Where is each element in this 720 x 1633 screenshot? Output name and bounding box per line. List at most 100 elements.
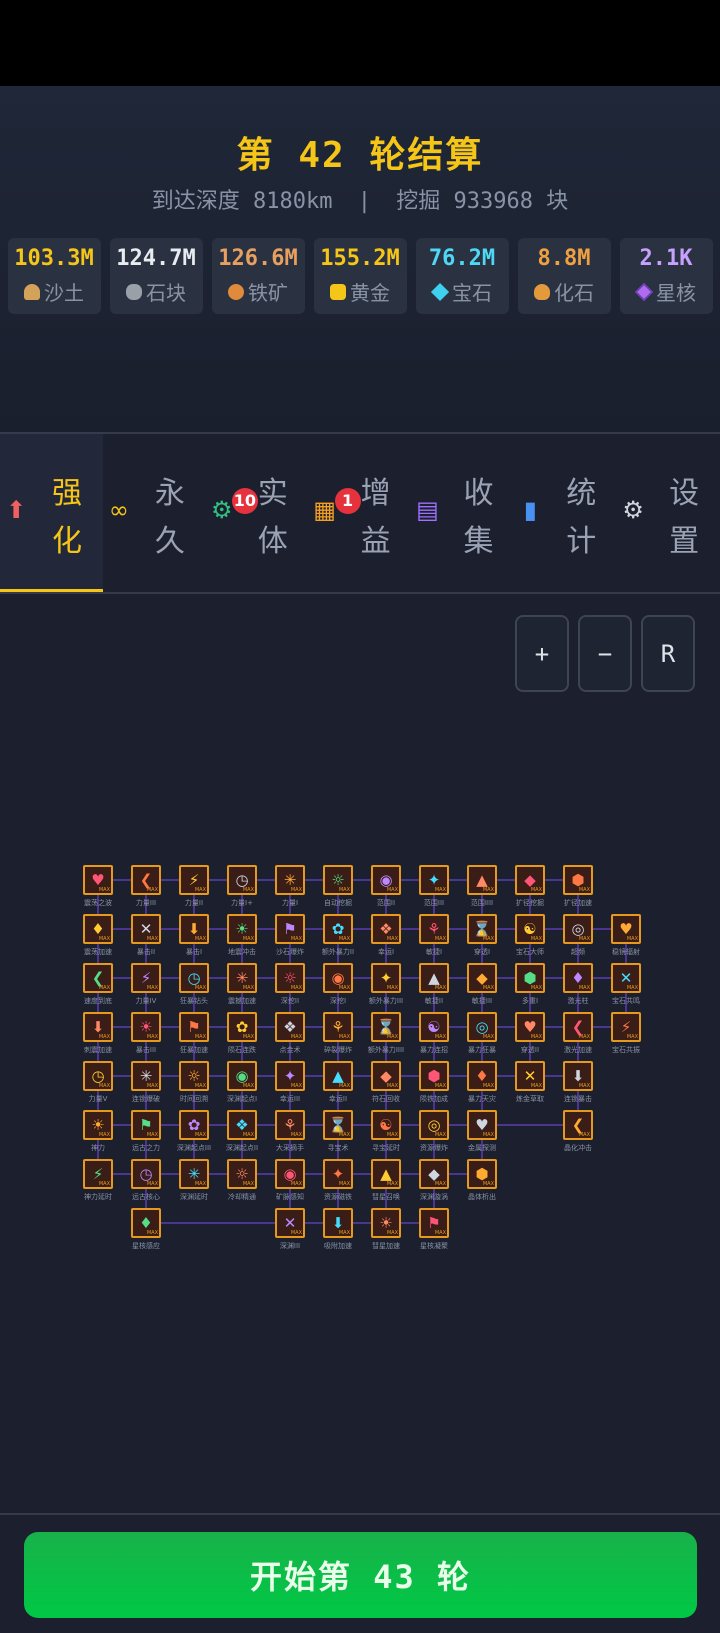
upgrade-node[interactable]: ✕ MAX [275, 1208, 305, 1238]
upgrade-node[interactable]: ⚡ MAX [611, 1012, 641, 1042]
upgrade-node[interactable]: ❮ MAX [131, 865, 161, 895]
upgrade-node[interactable]: ✳ MAX [179, 1159, 209, 1189]
upgrade-node[interactable]: ◉ MAX [275, 1159, 305, 1189]
upgrade-node[interactable]: ▲ MAX [371, 1159, 401, 1189]
upgrade-node[interactable]: ✦ MAX [275, 1061, 305, 1091]
upgrade-node[interactable]: ❮ MAX [83, 963, 113, 993]
tab-2[interactable]: ⚙ 10 实体 [206, 434, 309, 592]
upgrade-node[interactable]: ☼ MAX [275, 963, 305, 993]
upgrade-node[interactable]: ⌛ MAX [371, 1012, 401, 1042]
tab-3[interactable]: ▦ 1 增益 [309, 434, 412, 592]
upgrade-node[interactable]: ▲ MAX [467, 865, 497, 895]
upgrade-node[interactable]: ✳ MAX [227, 963, 257, 993]
upgrade-node[interactable]: ⚡ MAX [83, 1159, 113, 1189]
upgrade-node[interactable]: ◷ MAX [227, 865, 257, 895]
upgrade-node[interactable]: ◎ MAX [563, 914, 593, 944]
upgrade-node[interactable]: ✦ MAX [371, 963, 401, 993]
upgrade-tree[interactable]: ♥ MAX 震荡之波 ❮ MAX 力量III ⚡ MAX 力量II ◷ MAX 力量I+ ✳ MAX 力量I… [0, 860, 720, 1260]
upgrade-node[interactable]: ♥ MAX [515, 1012, 545, 1042]
upgrade-node[interactable]: ☼ MAX [323, 865, 353, 895]
upgrade-label: 震撼加速 [228, 997, 256, 1005]
upgrade-node[interactable]: ☀ MAX [83, 1110, 113, 1140]
upgrade-node[interactable]: ⬢ MAX [563, 865, 593, 895]
upgrade-node[interactable]: ♦ MAX [131, 1208, 161, 1238]
upgrade-node[interactable]: ⚑ MAX [179, 1012, 209, 1042]
upgrade-node[interactable]: ☯ MAX [515, 914, 545, 944]
upgrade-node[interactable]: ✳ MAX [131, 1061, 161, 1091]
upgrade-node[interactable]: ◆ MAX [515, 865, 545, 895]
upgrade-node[interactable]: ☀ MAX [227, 914, 257, 944]
upgrade-node[interactable]: ⚡ MAX [131, 963, 161, 993]
tab-5[interactable]: ▮ 统计 [514, 434, 617, 592]
upgrade-node[interactable]: ✦ MAX [323, 1159, 353, 1189]
upgrade-node[interactable]: ◆ MAX [419, 1159, 449, 1189]
upgrade-node[interactable]: ☼ MAX [179, 1061, 209, 1091]
tab-4[interactable]: ▤ 收集 [411, 434, 514, 592]
upgrade-node[interactable]: ✦ MAX [419, 865, 449, 895]
upgrade-node[interactable]: ❮ MAX [563, 1012, 593, 1042]
upgrade-node[interactable]: ✕ MAX [515, 1061, 545, 1091]
upgrade-node[interactable]: ⬇ MAX [83, 1012, 113, 1042]
zoom-reset-button[interactable]: R [641, 615, 695, 692]
upgrade-node[interactable]: ⬇ MAX [323, 1208, 353, 1238]
upgrade-node[interactable]: ⬢ MAX [515, 963, 545, 993]
upgrade-node[interactable]: ♥ MAX [83, 865, 113, 895]
upgrade-node[interactable]: ⬇ MAX [179, 914, 209, 944]
upgrade-label: 深渊漩涡 [420, 1193, 448, 1201]
upgrade-node[interactable]: ⬢ MAX [419, 1061, 449, 1091]
upgrade-node[interactable]: ♦ MAX [83, 914, 113, 944]
tab-6[interactable]: ⚙ 设置 [617, 434, 720, 592]
upgrade-node[interactable]: ❖ MAX [227, 1110, 257, 1140]
upgrade-node[interactable]: ⚑ MAX [275, 914, 305, 944]
upgrade-node[interactable]: ⌛ MAX [467, 914, 497, 944]
upgrade-node[interactable]: ✕ MAX [131, 914, 161, 944]
tab-1[interactable]: ∞ 永久 [103, 434, 206, 592]
upgrade-node[interactable]: ✿ MAX [227, 1012, 257, 1042]
upgrade-node[interactable]: ✕ MAX [611, 963, 641, 993]
upgrade-node[interactable]: ◆ MAX [467, 963, 497, 993]
upgrade-node[interactable]: ☀ MAX [371, 1208, 401, 1238]
upgrade-node[interactable]: ◷ MAX [179, 963, 209, 993]
upgrade-node[interactable]: ◉ MAX [371, 865, 401, 895]
upgrade-node[interactable]: ◷ MAX [83, 1061, 113, 1091]
upgrade-node[interactable]: ✳ MAX [275, 865, 305, 895]
upgrade-node[interactable]: ◎ MAX [419, 1110, 449, 1140]
upgrade-node[interactable]: ⚘ MAX [419, 914, 449, 944]
upgrade-node[interactable]: ♥ MAX [611, 914, 641, 944]
upgrade-node[interactable]: ❮ MAX [563, 1110, 593, 1140]
upgrade-node[interactable]: ⚡ MAX [179, 865, 209, 895]
upgrade-node[interactable]: ◉ MAX [227, 1061, 257, 1091]
iron-ore-icon [228, 283, 244, 300]
upgrade-node[interactable]: ☀ MAX [131, 1012, 161, 1042]
upgrade-node[interactable]: ▲ MAX [419, 963, 449, 993]
upgrade-node[interactable]: ♦ MAX [563, 963, 593, 993]
upgrade-node[interactable]: ◎ MAX [467, 1012, 497, 1042]
zoom-in-button[interactable]: + [515, 615, 569, 692]
zoom-controls: + − R [515, 615, 695, 692]
upgrade-node[interactable]: ◷ MAX [131, 1159, 161, 1189]
tab-0[interactable]: ⬆ 强化 [0, 434, 103, 592]
upgrade-node[interactable]: ⚘ MAX [323, 1012, 353, 1042]
upgrade-node[interactable]: ⬢ MAX [467, 1159, 497, 1189]
zoom-out-button[interactable]: − [578, 615, 632, 692]
upgrade-node[interactable]: ♥ MAX [467, 1110, 497, 1140]
upgrade-node[interactable]: ▲ MAX [323, 1061, 353, 1091]
upgrade-node[interactable]: ⚑ MAX [419, 1208, 449, 1238]
gear-settings-icon: ⚙ [622, 496, 644, 524]
upgrade-node[interactable]: ⬇ MAX [563, 1061, 593, 1091]
start-next-round-button[interactable]: 开始第 43 轮 [24, 1532, 697, 1618]
upgrade-node[interactable]: ☼ MAX [227, 1159, 257, 1189]
upgrade-node[interactable]: ⌛ MAX [323, 1110, 353, 1140]
upgrade-node[interactable]: ⚘ MAX [275, 1110, 305, 1140]
upgrade-node[interactable]: ❖ MAX [275, 1012, 305, 1042]
upgrade-node[interactable]: ❖ MAX [371, 914, 401, 944]
upgrade-node[interactable]: ☯ MAX [419, 1012, 449, 1042]
upgrade-node[interactable]: ☯ MAX [371, 1110, 401, 1140]
upgrade-node[interactable]: ⚑ MAX [131, 1110, 161, 1140]
upgrade-node[interactable]: ◉ MAX [323, 963, 353, 993]
upgrade-node[interactable]: ◆ MAX [371, 1061, 401, 1091]
max-tag: MAX [290, 985, 302, 991]
upgrade-node[interactable]: ✿ MAX [179, 1110, 209, 1140]
upgrade-node[interactable]: ♦ MAX [467, 1061, 497, 1091]
upgrade-node[interactable]: ✿ MAX [323, 914, 353, 944]
